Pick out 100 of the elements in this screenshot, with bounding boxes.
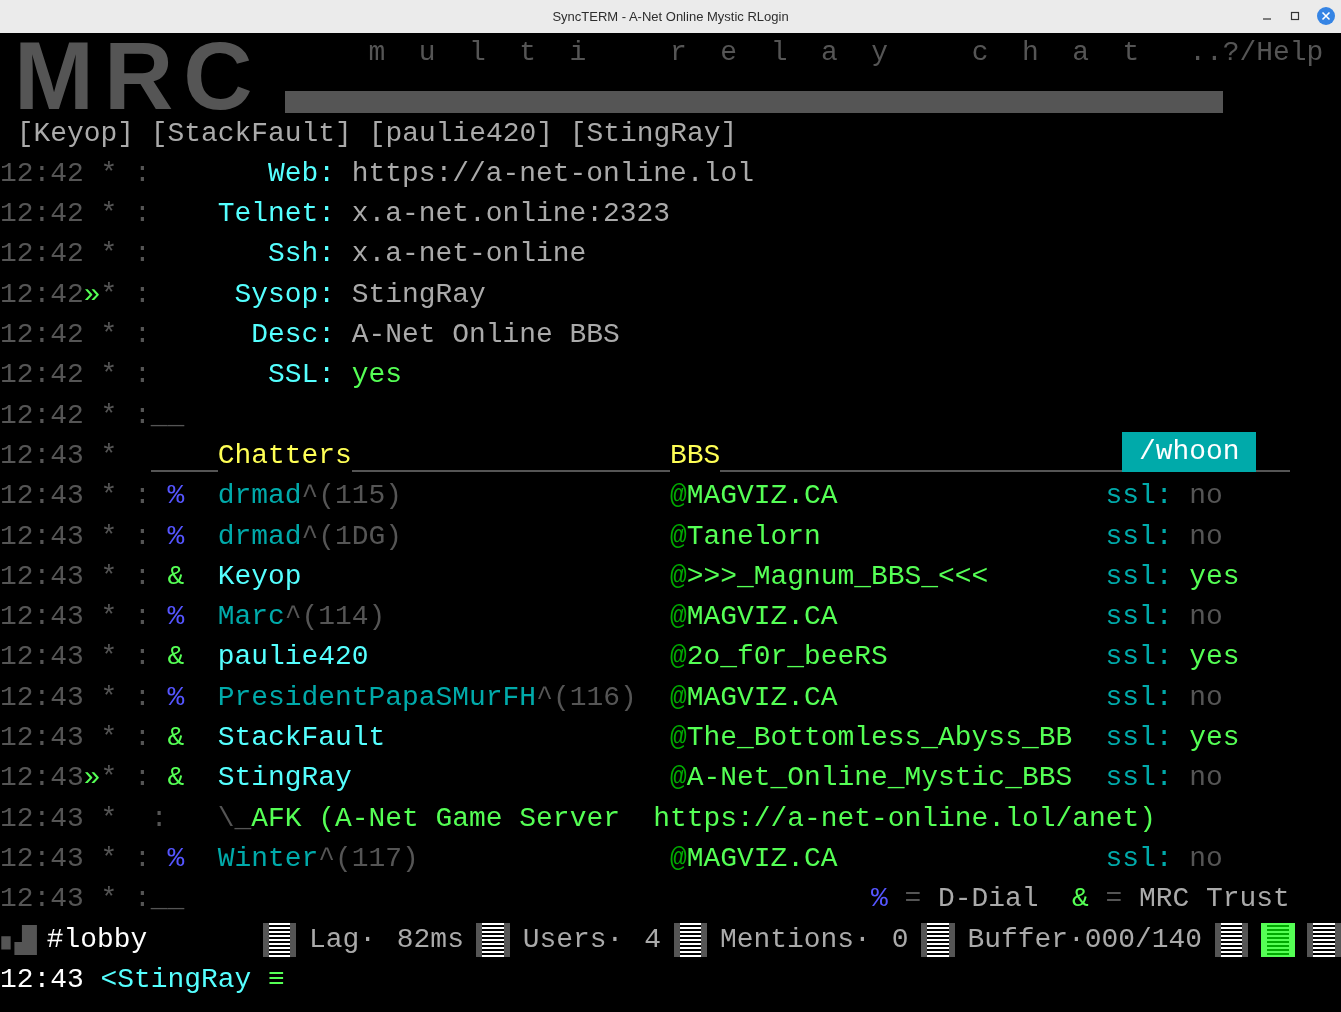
tagline: multi relay chat <box>368 36 1173 70</box>
legend-label: D-Dial <box>938 882 1039 917</box>
ssl-label: ssl: <box>1105 761 1173 796</box>
info-value: A-Net Online BBS <box>351 318 620 353</box>
timestamp: 12:42 <box>0 277 84 312</box>
bbs-name: @2o_f0r_beeRS <box>670 640 888 675</box>
separator-colon: : <box>134 761 151 796</box>
star-marker: * <box>100 398 118 433</box>
separator-colon: : <box>150 801 168 836</box>
star-marker: * <box>100 801 118 836</box>
ssl-value: no <box>1189 841 1223 876</box>
timestamp: 12:43 <box>0 721 84 756</box>
separator-icon <box>921 922 955 957</box>
channel-name: #lobby <box>46 922 149 957</box>
input-prompt[interactable]: <StingRay <box>100 959 252 1001</box>
timestamp: 12:43 <box>0 962 84 997</box>
status-symbol: & <box>167 559 185 594</box>
info-value: https://a-net-online.lol <box>351 156 754 191</box>
timestamp: 12:43 <box>0 882 84 917</box>
status-symbol: % <box>167 841 185 876</box>
timestamp: 12:42 <box>0 237 84 272</box>
separator-colon: : <box>134 882 151 917</box>
ssl-value: yes <box>1189 640 1240 675</box>
maximize-icon[interactable] <box>1289 10 1301 22</box>
nickname-suffix: ^(114) <box>284 600 386 635</box>
separator-colon: : <box>134 519 151 554</box>
stat-value: 0 <box>891 922 909 957</box>
stat-value: 82ms <box>396 922 464 957</box>
ssl-label: ssl: <box>1105 640 1173 675</box>
nickname: Marc <box>217 600 285 635</box>
star-marker: * <box>100 237 118 272</box>
bbs-name: @>>>_Magnum_BBS_<<< <box>670 559 989 594</box>
nickname: PresidentPapaSMurFH <box>217 680 537 715</box>
info-value: StingRay <box>351 277 486 312</box>
user-tag[interactable]: [Keyop] <box>16 113 135 154</box>
star-marker: * <box>100 277 118 312</box>
column-header: BBS <box>670 438 721 473</box>
status-symbol: % <box>167 479 185 514</box>
separator-icon <box>673 922 708 957</box>
timestamp: 12:42 <box>0 318 84 353</box>
cursor-line: __ <box>150 882 185 917</box>
user-tag[interactable]: [StingRay] <box>569 113 738 154</box>
info-label: Desc: <box>251 318 335 353</box>
info-label: Sysop: <box>234 277 335 312</box>
ssl-value: no <box>1189 680 1223 715</box>
star-marker: * <box>100 438 118 473</box>
separator-colon: : <box>134 559 151 594</box>
nickname: drmad <box>217 519 302 554</box>
highlight-marker: » <box>83 761 101 796</box>
user-tag[interactable]: [paulie420] <box>368 113 553 154</box>
stat-label: Lag· <box>308 922 376 957</box>
separator-colon: : <box>134 318 151 353</box>
legend-symbol: & <box>1072 882 1089 917</box>
stat-value: 4 <box>644 922 662 957</box>
star-marker: * <box>100 600 118 635</box>
timestamp: 12:43 <box>0 519 84 554</box>
stat-label: Mentions· <box>719 922 871 957</box>
ssl-value: no <box>1189 519 1223 554</box>
timestamp: 12:43 <box>0 761 84 796</box>
bbs-name: @Tanelorn <box>670 519 821 554</box>
mrc-logo: MRC <box>14 37 263 115</box>
star-marker: * <box>100 841 118 876</box>
timestamp: 12:42 <box>0 197 84 232</box>
star-marker: * <box>100 318 118 353</box>
timestamp: 12:43 <box>0 640 84 675</box>
user-tag[interactable]: [StackFault] <box>150 113 352 154</box>
ssl-label: ssl: <box>1105 600 1173 635</box>
close-icon[interactable] <box>1317 7 1335 25</box>
separator-colon: : <box>134 841 151 876</box>
separator-colon: : <box>134 479 151 514</box>
nickname: StingRay <box>217 761 352 796</box>
separator-colon: : <box>134 600 151 635</box>
bbs-name: @The_Bottomless_Abyss_BB <box>670 721 1072 756</box>
timestamp: 12:43 <box>0 438 84 473</box>
ssl-value: no <box>1189 600 1223 635</box>
star-marker: * <box>100 559 118 594</box>
timestamp: 12:43 <box>0 479 84 514</box>
bbs-name: @MAGVIZ.CA <box>670 680 838 715</box>
ssl-label: ssl: <box>1105 841 1173 876</box>
separator-icon <box>262 922 297 957</box>
nickname-suffix: ^(1DG) <box>301 519 403 554</box>
status-symbol: & <box>167 640 185 675</box>
stat-label: Users· <box>522 922 624 957</box>
cursor-line: __ <box>150 398 185 433</box>
command-badge: /whoon <box>1122 431 1257 473</box>
window-title: SyncTERM - A-Net Online Mystic RLogin <box>552 9 789 24</box>
timestamp: 12:43 <box>0 559 84 594</box>
nickname: Keyop <box>217 559 302 594</box>
help-hint: ..?/Help <box>1189 36 1324 70</box>
stat-label: Buffer·000/140 <box>967 922 1202 957</box>
nickname-suffix: ^(115) <box>301 479 403 514</box>
info-label: Telnet: <box>217 197 335 232</box>
separator-icon <box>476 922 511 957</box>
nickname-suffix: ^(116) <box>536 680 637 715</box>
info-label: SSL: <box>268 358 335 393</box>
menu-icon[interactable]: ≡ <box>268 959 285 1001</box>
timestamp: 12:42 <box>0 398 84 433</box>
star-marker: * <box>100 680 118 715</box>
star-marker: * <box>100 156 118 191</box>
nickname-suffix: ^(117) <box>318 841 419 876</box>
